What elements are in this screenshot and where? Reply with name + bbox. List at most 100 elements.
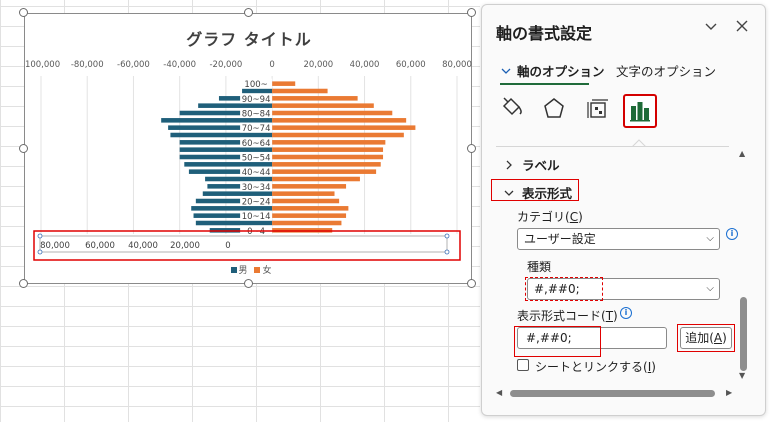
legend-swatch-female <box>254 267 261 273</box>
section-label-text: ラベル <box>522 158 560 173</box>
top-axis-tick-label: 20,000 <box>303 60 333 70</box>
legend-swatch-male <box>230 267 237 273</box>
pane-title: 軸の書式設定 <box>496 24 593 43</box>
link-to-source-text: シートとリンクする( <box>535 360 648 374</box>
chevron-down-icon: ⌵ <box>706 283 714 294</box>
divider <box>496 146 729 147</box>
section-display-format[interactable]: 表示形式 <box>504 183 572 202</box>
resize-handle-bottom-right[interactable] <box>467 279 476 288</box>
category-label: 90~94 <box>242 95 271 105</box>
type-label: 種類 <box>527 260 552 274</box>
category-label: 50~54 <box>242 154 271 164</box>
axis-selection-handle[interactable] <box>444 249 450 255</box>
resize-handle-bottom-left[interactable] <box>19 279 28 288</box>
resize-handle-top-right[interactable] <box>467 8 476 17</box>
effects-button[interactable] <box>539 94 573 128</box>
tab-text-options[interactable]: 文字のオプション <box>616 61 716 80</box>
tab-axis-options-label: 軸のオプション <box>517 64 605 79</box>
bottom-axis-tick-label: 20,000 <box>170 241 200 251</box>
scroll-left-icon[interactable]: ◀ <box>496 388 502 397</box>
link-to-source-checkbox[interactable] <box>517 359 529 371</box>
tab-text-options-label: 文字のオプション <box>616 64 717 79</box>
bar-female[interactable] <box>272 96 358 101</box>
chart-legend[interactable]: 男 女 <box>25 263 473 276</box>
close-icon[interactable] <box>735 19 749 37</box>
bar-female[interactable] <box>272 118 407 123</box>
bar-female[interactable] <box>272 184 347 189</box>
format-code-info-icon[interactable]: i <box>620 307 632 319</box>
population-pyramid-chart[interactable]: -100,000 -80,000 -60,000 -40,000 -20,000 0 20,… <box>25 14 473 285</box>
category-label: 80~84 <box>242 110 271 120</box>
bar-female[interactable] <box>272 81 296 86</box>
bar-chart-icon <box>630 102 650 122</box>
section-display-format-text: 表示形式 <box>522 186 573 201</box>
resize-handle-right[interactable] <box>467 144 476 153</box>
link-to-source-label: シートとリンクする(I) <box>535 358 656 375</box>
bar-female[interactable] <box>272 125 416 130</box>
scroll-down-icon[interactable]: ▼ <box>739 371 745 380</box>
vertical-scroll-thumb[interactable] <box>740 297 747 371</box>
axis-options-button[interactable] <box>623 94 657 128</box>
category-label: 60~64 <box>242 139 271 149</box>
resize-handle-bottom[interactable] <box>244 279 253 288</box>
category-label: 30~34 <box>242 183 271 193</box>
bar-female[interactable] <box>272 169 377 174</box>
chevron-down-icon <box>501 68 511 74</box>
top-axis-tick-label: -20,000 <box>209 60 242 70</box>
top-axis-tick-label: 40,000 <box>350 60 380 70</box>
format-code-label: 表示形式コード(T) <box>517 307 618 324</box>
bar-female[interactable] <box>272 110 393 116</box>
bar-female[interactable] <box>272 176 360 182</box>
bottom-axis-tick-label: 40,000 <box>128 241 158 251</box>
category-select[interactable]: ユーザー設定 ⌵ <box>517 228 720 250</box>
bar-female[interactable] <box>272 162 381 167</box>
legend-label-male: 男 <box>238 266 248 276</box>
category-select-value: ユーザー設定 <box>524 232 596 246</box>
format-code-highlight <box>514 326 601 357</box>
axis-selection-handle[interactable] <box>37 233 43 239</box>
bottom-axis-tick-label: 0 <box>225 241 230 251</box>
resize-handle-top-left[interactable] <box>19 8 28 17</box>
resize-handle-top[interactable] <box>244 8 253 17</box>
scroll-right-icon[interactable]: ▶ <box>726 388 732 397</box>
category-label: 10~14 <box>242 212 271 222</box>
category-label-close: ) <box>578 210 583 224</box>
horizontal-scrollbar[interactable]: ◀ ▶ <box>496 387 736 399</box>
chart-area[interactable]: グラフ タイトル -100,000 -80,000 -60,000 -40,000 -2… <box>24 13 472 284</box>
resize-handle-left[interactable] <box>19 144 28 153</box>
type-value-highlight <box>525 277 603 301</box>
bar-female[interactable] <box>272 103 374 108</box>
section-label[interactable]: ラベル <box>504 155 560 174</box>
bar-female[interactable] <box>272 140 386 145</box>
pane-options-chevron-icon[interactable] <box>704 19 718 37</box>
bar-female[interactable] <box>272 213 347 218</box>
chevron-down-icon: ⌵ <box>706 233 714 244</box>
bar-female[interactable] <box>272 220 342 226</box>
bar-female[interactable] <box>272 198 340 204</box>
chevron-down-icon <box>504 190 514 196</box>
category-label: 20~24 <box>242 198 271 208</box>
format-axis-pane: 軸の書式設定 軸のオプション 文字のオプション ラベル 表示形式 カテゴリ(C)… <box>481 4 766 416</box>
bar-female[interactable] <box>272 206 349 211</box>
top-axis-tick-label: -40,000 <box>163 60 196 70</box>
bar-female[interactable] <box>272 154 384 160</box>
category-label: 70~74 <box>242 124 271 134</box>
size-properties-button[interactable] <box>582 94 616 128</box>
top-axis-tick-label: 80,000 <box>442 60 472 70</box>
bar-female[interactable] <box>272 191 335 196</box>
bar-female[interactable] <box>272 88 328 94</box>
category-label: 100~ <box>244 80 267 90</box>
link-to-source-close: ) <box>651 360 656 374</box>
bar-female[interactable] <box>272 132 404 138</box>
fill-line-button[interactable] <box>496 94 530 128</box>
top-axis-tick-label: 60,000 <box>396 60 426 70</box>
axis-selection-handle[interactable] <box>444 233 450 239</box>
top-axis-tick-label: 0 <box>269 60 274 70</box>
horizontal-scroll-thumb[interactable] <box>510 390 715 397</box>
tab-axis-options[interactable]: 軸のオプション <box>501 61 605 80</box>
bar-female[interactable] <box>272 147 384 152</box>
add-button-highlight <box>677 324 735 352</box>
scroll-up-icon[interactable]: ▲ <box>739 149 745 158</box>
vertical-scrollbar[interactable]: ▲ ▼ <box>737 147 749 383</box>
active-tab-indicator <box>500 83 589 85</box>
